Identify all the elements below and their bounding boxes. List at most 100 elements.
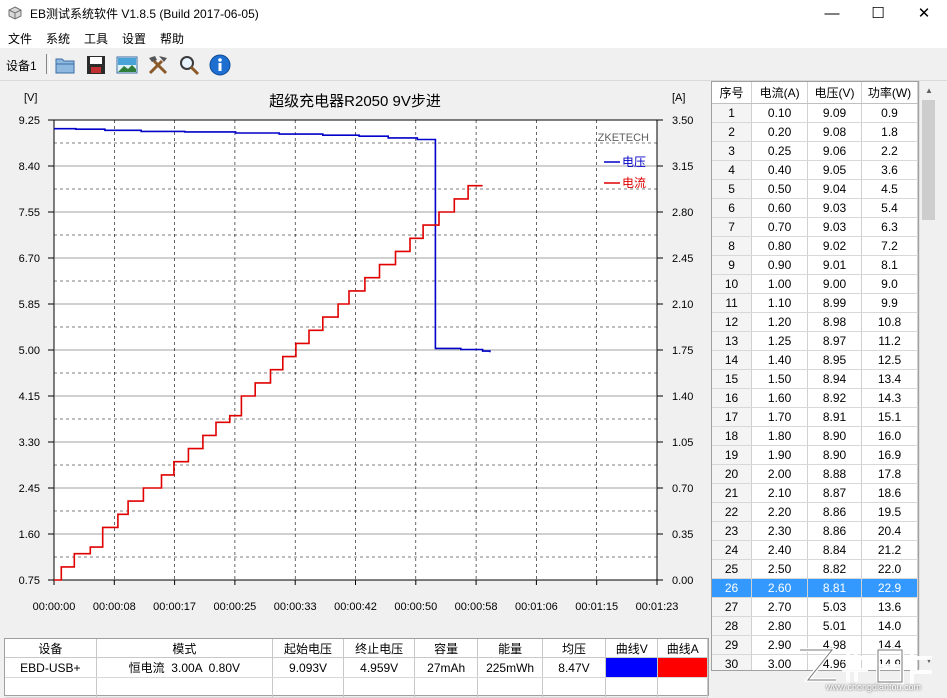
row-voltage: 9.02	[807, 236, 863, 256]
table-row[interactable]: 16 1.60 8.92 14.3	[712, 388, 918, 408]
table-row[interactable]: 25 2.50 8.82 22.0	[712, 559, 918, 579]
maximize-button[interactable]: ☐	[855, 0, 901, 26]
scroll-up-icon[interactable]: ▲	[920, 81, 938, 99]
x-tick-label: 00:00:50	[394, 601, 437, 613]
data-table-scrollbar[interactable]: ▲ ▼	[919, 81, 938, 669]
row-current: 0.80	[751, 236, 809, 256]
menu-system[interactable]: 系统	[46, 30, 70, 47]
row-index: 24	[712, 540, 753, 560]
table-row[interactable]: 22 2.20 8.86 19.5	[712, 502, 918, 522]
row-current: 0.70	[751, 217, 809, 237]
data-table[interactable]: 序号 电流(A) 电压(V) 功率(W) 1 0.10 9.09 0.9 2 0.20 9.…	[711, 81, 919, 671]
y-right-tick-label: 2.80	[672, 207, 693, 219]
row-index: 14	[712, 350, 753, 370]
row-index: 7	[712, 217, 753, 237]
table-row[interactable]: 15 1.50 8.94 13.4	[712, 369, 918, 389]
row-index: 11	[712, 293, 753, 313]
row-power: 10.8	[861, 312, 918, 332]
y-left-tick-label: 6.70	[19, 253, 40, 265]
row-current: 0.25	[751, 141, 809, 161]
row-voltage: 8.94	[807, 369, 863, 389]
table-row[interactable]: 27 2.70 5.03 13.6	[712, 597, 918, 617]
info-icon[interactable]	[207, 52, 233, 78]
table-row[interactable]: 8 0.80 9.02 7.2	[712, 236, 918, 256]
summary-mode: 恒电流 3.00A 0.80V	[96, 657, 273, 678]
row-power: 11.2	[861, 331, 918, 351]
table-row[interactable]: 5 0.50 9.04 4.5	[712, 179, 918, 199]
x-tick-label: 00:01:15	[575, 601, 618, 613]
tab-device1[interactable]: 设备1	[6, 57, 37, 74]
table-row[interactable]: 3 0.25 9.06 2.2	[712, 141, 918, 161]
table-row[interactable]: 17 1.70 8.91 15.1	[712, 407, 918, 427]
row-index: 3	[712, 141, 753, 161]
y-left-tick-label: 1.60	[19, 529, 40, 541]
table-row[interactable]: 28 2.80 5.01 14.0	[712, 616, 918, 636]
summary-header-mode: 模式	[96, 639, 273, 658]
table-row[interactable]: 13 1.25 8.97 11.2	[712, 331, 918, 351]
y-right-tick-label: 2.45	[672, 253, 693, 265]
row-index: 29	[712, 635, 753, 655]
menu-help[interactable]: 帮助	[160, 30, 184, 47]
table-row[interactable]: 19 1.90 8.90 16.9	[712, 445, 918, 465]
table-row[interactable]: 23 2.30 8.86 20.4	[712, 521, 918, 541]
row-index: 5	[712, 179, 753, 199]
row-current: 1.50	[751, 369, 809, 389]
table-row[interactable]: 24 2.40 8.84 21.2	[712, 540, 918, 560]
table-row[interactable]: 26 2.60 8.81 22.9	[712, 578, 918, 598]
y-right-tick-label: 3.15	[672, 161, 693, 173]
table-row[interactable]: 2 0.20 9.08 1.8	[712, 122, 918, 142]
row-power: 16.0	[861, 426, 918, 446]
col-voltage-header[interactable]: 电压(V)	[807, 82, 863, 104]
open-folder-icon[interactable]	[52, 52, 78, 78]
table-row[interactable]: 9 0.90 9.01 8.1	[712, 255, 918, 275]
table-row[interactable]: 7 0.70 9.03 6.3	[712, 217, 918, 237]
tools-icon[interactable]	[145, 52, 171, 78]
row-voltage: 9.01	[807, 255, 863, 275]
menu-tools[interactable]: 工具	[84, 30, 108, 47]
row-current: 2.40	[751, 540, 809, 560]
row-index: 19	[712, 445, 753, 465]
curve-a-color-swatch[interactable]	[657, 657, 708, 678]
table-row[interactable]: 14 1.40 8.95 12.5	[712, 350, 918, 370]
row-index: 26	[712, 578, 753, 598]
row-voltage: 8.91	[807, 407, 863, 427]
curve-v-color-swatch[interactable]	[605, 657, 659, 678]
table-row[interactable]: 18 1.80 8.90 16.0	[712, 426, 918, 446]
table-row[interactable]: 20 2.00 8.88 17.8	[712, 464, 918, 484]
close-button[interactable]: ✕	[901, 0, 947, 26]
table-row[interactable]: 12 1.20 8.98 10.8	[712, 312, 918, 332]
scroll-thumb[interactable]	[922, 100, 935, 220]
chart-grid	[53, 119, 658, 581]
row-index: 13	[712, 331, 753, 351]
menu-settings[interactable]: 设置	[122, 30, 146, 47]
row-power: 19.5	[861, 502, 918, 522]
row-power: 14.3	[861, 388, 918, 408]
table-row[interactable]: 6 0.60 9.03 5.4	[712, 198, 918, 218]
row-current: 0.40	[751, 160, 809, 180]
table-row[interactable]: 21 2.10 8.87 18.6	[712, 483, 918, 503]
summary-data-row[interactable]: EBD-USB+ 恒电流 3.00A 0.80V 9.093V 4.959V 2…	[5, 657, 708, 678]
row-power: 1.8	[861, 122, 918, 142]
row-voltage: 8.84	[807, 540, 863, 560]
row-power: 17.8	[861, 464, 918, 484]
row-power: 12.5	[861, 350, 918, 370]
y-right-axis-label: [A]	[672, 92, 685, 104]
save-disk-icon[interactable]	[83, 52, 109, 78]
table-row[interactable]: 10 1.00 9.00 9.0	[712, 274, 918, 294]
image-picture-icon[interactable]	[114, 52, 140, 78]
search-magnifier-icon[interactable]	[176, 52, 202, 78]
table-row[interactable]: 4 0.40 9.05 3.6	[712, 160, 918, 180]
x-tick-label: 00:01:06	[515, 601, 558, 613]
row-index: 2	[712, 122, 753, 142]
col-current-header[interactable]: 电流(A)	[751, 82, 809, 104]
menu-file[interactable]: 文件	[8, 30, 32, 47]
table-row[interactable]: 11 1.10 8.99 9.9	[712, 293, 918, 313]
row-index: 6	[712, 198, 753, 218]
table-row[interactable]: 1 0.10 9.09 0.9	[712, 103, 918, 123]
col-power-header[interactable]: 功率(W)	[861, 82, 918, 104]
col-index-header[interactable]: 序号	[712, 82, 753, 104]
row-power: 13.6	[861, 597, 918, 617]
y-right-tick-label: 1.05	[672, 437, 693, 449]
row-voltage: 9.09	[807, 103, 863, 123]
minimize-button[interactable]: —	[809, 0, 855, 26]
